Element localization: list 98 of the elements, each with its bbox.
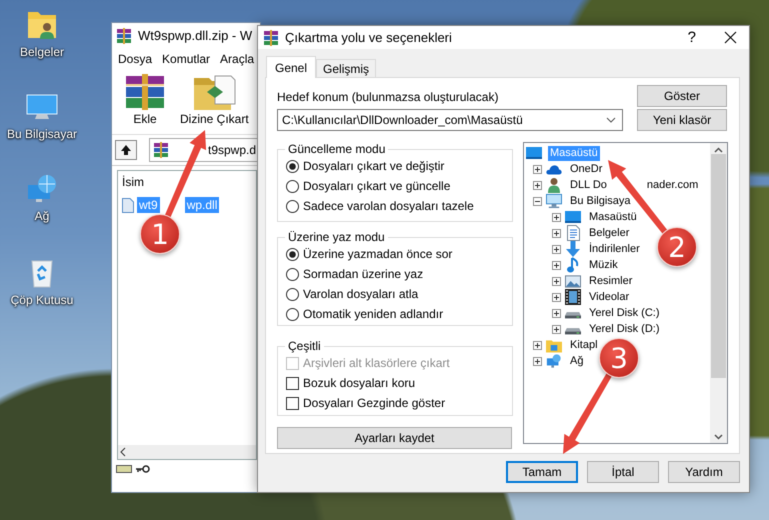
- down-arrow-icon: [565, 241, 581, 257]
- show-button[interactable]: Göster: [637, 85, 727, 107]
- computer-monitor-icon: [26, 92, 58, 122]
- option-label[interactable]: Bozuk dosyaları koru: [303, 376, 416, 390]
- save-settings-button[interactable]: Ayarları kaydet: [277, 427, 512, 449]
- group-title: Çeşitli: [287, 339, 322, 353]
- folder-icon: [546, 338, 562, 352]
- folder-tree-item[interactable]: İndirilenler: [587, 242, 642, 256]
- folder-tree-item[interactable]: Kitapl: [568, 338, 600, 352]
- music-note-icon: [567, 257, 579, 273]
- scrollbar[interactable]: [710, 143, 727, 443]
- folder-tree-item[interactable]: OneDr: [568, 162, 604, 176]
- tab[interactable]: Gelişmiş: [316, 59, 376, 77]
- folder-tree-item[interactable]: Videolar: [587, 290, 632, 304]
- expand-toggle[interactable]: [533, 196, 542, 206]
- up-arrow-icon: [120, 144, 132, 156]
- chevron-down-icon: [714, 434, 723, 440]
- menu-item[interactable]: Komutlar: [162, 52, 210, 66]
- network-globe-icon: [26, 174, 58, 204]
- extract-button[interactable]: Dizine Çıkart: [178, 72, 251, 132]
- folder-tree-item[interactable]: Bu Bilgisaya: [568, 194, 633, 208]
- option-label[interactable]: Dosyaları çıkart ve değiştir: [303, 159, 444, 173]
- desktop-icon-label[interactable]: Belgeler: [20, 45, 64, 59]
- document-icon: [566, 225, 580, 241]
- group-title: Üzerine yaz modu: [287, 230, 386, 244]
- chevron-up-icon: [714, 147, 723, 153]
- up-folder-button[interactable]: [115, 140, 137, 160]
- radio-button[interactable]: [286, 160, 299, 172]
- expand-toggle[interactable]: [533, 356, 542, 366]
- desktop-icon: [526, 146, 542, 160]
- expand-toggle[interactable]: [552, 324, 561, 334]
- radio-button[interactable]: [286, 288, 299, 300]
- menu-item[interactable]: Araçla: [220, 52, 254, 66]
- folder-tree-item[interactable]: Yerel Disk (C:): [587, 306, 662, 320]
- field-label: Hedef konum (bulunmazsa oluşturulacak): [277, 90, 500, 104]
- folder-tree-item[interactable]: Belgeler: [587, 226, 632, 240]
- add-button[interactable]: Ekle: [120, 72, 170, 132]
- file-icon: [122, 198, 134, 212]
- radio-button[interactable]: [286, 268, 299, 280]
- destination-combobox[interactable]: C:\Kullanıcılar\DllDownloader_com\Masaüstü: [277, 109, 623, 131]
- radio-button[interactable]: [286, 200, 299, 212]
- archive-icon: [263, 30, 279, 46]
- expand-toggle[interactable]: [552, 308, 561, 318]
- cancel-button[interactable]: İptal: [587, 461, 659, 483]
- expand-toggle[interactable]: [552, 276, 561, 286]
- archive-icon: [116, 28, 132, 44]
- help-button[interactable]: ?: [688, 29, 696, 46]
- monitor-icon: [546, 193, 562, 209]
- expand-toggle[interactable]: [552, 228, 561, 238]
- close-icon: [724, 31, 737, 44]
- checkbox[interactable]: [286, 396, 299, 410]
- menu-item[interactable]: Dosya: [118, 52, 152, 66]
- folder-tree-item[interactable]: Resimler: [587, 274, 634, 288]
- dialog-title: Çıkartma yolu ve seçenekleri: [285, 30, 453, 45]
- option-label[interactable]: Sormadan üzerine yaz: [303, 267, 424, 281]
- expand-toggle[interactable]: [552, 260, 561, 270]
- folder-tree-item[interactable]: Yerel Disk (D:): [587, 322, 662, 336]
- checkbox[interactable]: [286, 376, 299, 390]
- folder-tree-item[interactable]: Masaüstü: [587, 210, 639, 224]
- option-label[interactable]: Üzerine yazmadan önce sor: [303, 247, 452, 261]
- window-title: Wt9spwp.dll.zip - W: [138, 28, 252, 43]
- option-label[interactable]: Dosyaları çıkart ve güncelle: [303, 179, 450, 193]
- expand-toggle[interactable]: [552, 292, 561, 302]
- person-icon: [547, 177, 561, 193]
- expand-toggle[interactable]: [552, 212, 561, 222]
- landscape-picture-icon: [565, 274, 581, 288]
- radio-button[interactable]: [286, 248, 299, 260]
- expand-toggle[interactable]: [552, 244, 561, 254]
- scroll-left-icon: [118, 447, 128, 457]
- option-label[interactable]: Varolan dosyaları atla: [303, 287, 418, 301]
- radio-button[interactable]: [286, 308, 299, 320]
- new-folder-button[interactable]: Yeni klasör: [637, 109, 727, 131]
- folder-tree-item-end[interactable]: nader.com: [644, 178, 700, 192]
- help-button[interactable]: Yardım: [668, 461, 740, 483]
- network-globe-icon: [546, 353, 562, 369]
- tab[interactable]: Genel: [266, 56, 316, 78]
- option-label[interactable]: Otomatik yeniden adlandır: [303, 307, 444, 321]
- folder-tree-item[interactable]: Ağ: [568, 354, 586, 368]
- group-title: Güncelleme modu: [287, 142, 386, 156]
- drive-icon: [116, 464, 132, 474]
- archive-icon: [153, 142, 169, 158]
- cloud-icon: [546, 164, 562, 174]
- desktop-icon: [565, 210, 581, 224]
- folder-tree-item[interactable]: Müzik: [587, 258, 620, 272]
- radio-button[interactable]: [286, 180, 299, 192]
- key-icon: [136, 465, 150, 473]
- option-label[interactable]: Sadece varolan dosyaları tazele: [303, 199, 474, 213]
- desktop-icon-label[interactable]: Bu Bilgisayar: [6, 127, 78, 141]
- ok-button[interactable]: Tamam: [506, 461, 578, 483]
- folder-tree-item[interactable]: DLL Do: [568, 178, 609, 192]
- expand-toggle[interactable]: [533, 164, 542, 174]
- expand-toggle[interactable]: [533, 340, 542, 350]
- documents-folder-icon: [26, 10, 58, 40]
- option-label[interactable]: Dosyaları Gezginde göster: [303, 396, 446, 410]
- expand-toggle[interactable]: [533, 180, 542, 190]
- film-strip-icon: [565, 289, 581, 305]
- column-header[interactable]: İsim: [122, 175, 144, 189]
- chevron-down-icon: [606, 117, 616, 123]
